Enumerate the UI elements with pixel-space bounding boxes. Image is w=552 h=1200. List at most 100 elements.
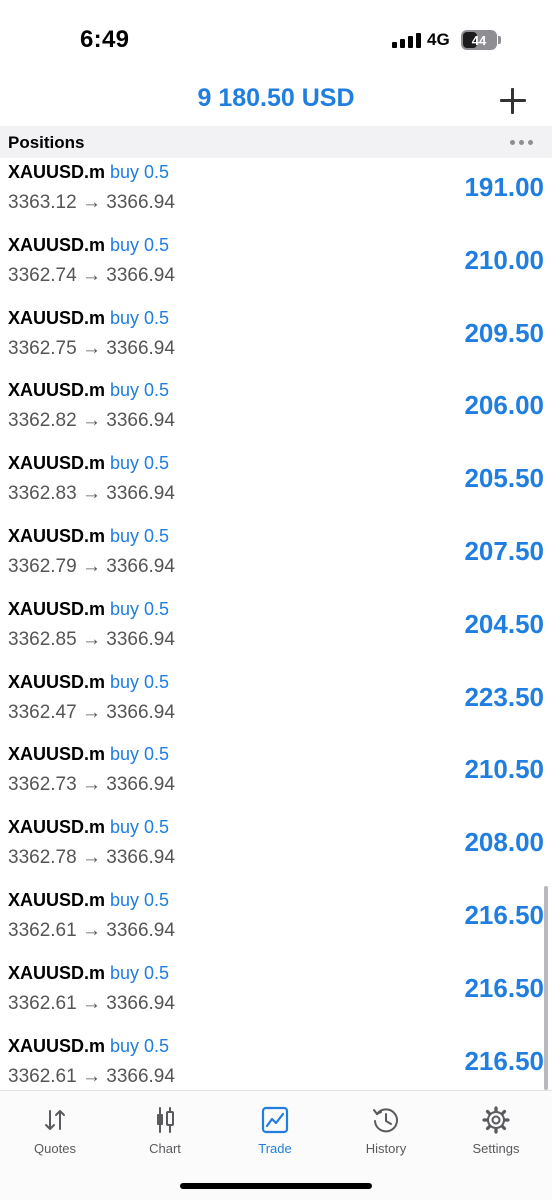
position-side: buy 0.5: [110, 162, 170, 182]
arrow-right-icon: →: [76, 555, 107, 577]
position-symbol: XAUUSD.m: [8, 598, 106, 619]
position-title: XAUUSD.m buy 0.5: [8, 235, 169, 256]
position-side: buy 0.5: [110, 380, 170, 401]
position-row[interactable]: XAUUSD.m buy 0.5 3362.73 → 3366.94 210.50: [0, 740, 552, 813]
tab-trade[interactable]: Trade: [225, 1105, 325, 1156]
position-prices: 3362.82 → 3366.94: [8, 410, 175, 432]
position-title: XAUUSD.m buy 0.5: [8, 599, 169, 620]
position-title: XAUUSD.m buy 0.5: [8, 162, 169, 183]
arrow-right-icon: →: [76, 192, 107, 213]
position-symbol: XAUUSD.m: [8, 307, 106, 328]
tab-settings[interactable]: Settings: [446, 1105, 546, 1156]
position-profit: 216.50: [464, 899, 544, 930]
quotes-arrows-icon: [45, 1110, 65, 1130]
position-prices: 3362.78 → 3366.94: [8, 847, 175, 869]
tab-chart[interactable]: Chart: [115, 1105, 215, 1156]
current-price: 3366.94: [106, 555, 175, 577]
arrow-right-icon: →: [76, 701, 107, 723]
open-price: 3362.75: [8, 337, 77, 359]
arrow-right-icon: →: [76, 774, 107, 796]
position-prices: 3362.73 → 3366.94: [8, 774, 175, 796]
position-profit: 210.50: [464, 754, 544, 785]
position-side: buy 0.5: [110, 234, 170, 255]
open-price: 3362.47: [8, 701, 77, 723]
position-row[interactable]: XAUUSD.m buy 0.5 3362.61 → 3366.94 216.50: [0, 959, 552, 1032]
position-row[interactable]: XAUUSD.m buy 0.5 3362.47 → 3366.94 223.50: [0, 668, 552, 741]
positions-list: XAUUSD.m buy 0.5 3363.12 → 3366.94 191.00 XA…: [0, 158, 552, 1090]
ellipsis-icon[interactable]: [510, 140, 533, 145]
position-profit: 208.00: [464, 827, 544, 858]
position-title: XAUUSD.m buy 0.5: [8, 308, 169, 329]
position-row[interactable]: XAUUSD.m buy 0.5 3362.75 → 3366.94 209.50: [0, 304, 552, 377]
position-row[interactable]: XAUUSD.m buy 0.5 3363.12 → 3366.94 191.00: [0, 158, 552, 231]
add-order-button[interactable]: [496, 84, 530, 118]
current-price: 3366.94: [106, 847, 175, 869]
position-prices: 3362.83 → 3366.94: [8, 483, 175, 505]
position-row[interactable]: XAUUSD.m buy 0.5 3362.78 → 3366.94 208.00: [0, 813, 552, 886]
position-profit: 210.00: [464, 244, 544, 275]
trade-screen: 6:49 4G 44 9 180.50 USD Positions XAUUSD…: [0, 0, 552, 1200]
position-row[interactable]: XAUUSD.m buy 0.5 3362.61 → 3366.94 216.50: [0, 886, 552, 959]
open-price: 3362.61: [8, 919, 77, 941]
position-side: buy 0.5: [110, 525, 170, 546]
header: 9 180.50 USD: [0, 80, 552, 126]
candlestick-icon: [157, 1107, 174, 1133]
scrollbar[interactable]: [544, 886, 548, 1090]
account-balance[interactable]: 9 180.50 USD: [0, 84, 552, 113]
position-symbol: XAUUSD.m: [8, 817, 106, 838]
position-prices: 3362.61 → 3366.94: [8, 993, 175, 1015]
position-prices: 3362.74 → 3366.94: [8, 265, 175, 287]
position-symbol: XAUUSD.m: [8, 234, 106, 255]
position-symbol: XAUUSD.m: [8, 889, 106, 910]
position-prices: 3362.85 → 3366.94: [8, 629, 175, 651]
position-title: XAUUSD.m buy 0.5: [8, 380, 169, 401]
position-title: XAUUSD.m buy 0.5: [8, 1036, 169, 1057]
position-symbol: XAUUSD.m: [8, 162, 106, 182]
arrow-right-icon: →: [76, 410, 107, 432]
battery-tip: [498, 36, 501, 44]
position-title: XAUUSD.m buy 0.5: [8, 817, 169, 838]
position-prices: 3362.61 → 3366.94: [8, 920, 175, 942]
position-side: buy 0.5: [110, 1035, 170, 1056]
position-side: buy 0.5: [110, 453, 170, 474]
position-profit: 209.50: [464, 317, 544, 348]
current-price: 3366.94: [106, 992, 175, 1014]
current-price: 3366.94: [106, 483, 175, 505]
tab-quotes[interactable]: Quotes: [5, 1105, 105, 1156]
arrow-right-icon: →: [76, 628, 107, 650]
current-price: 3366.94: [106, 919, 175, 941]
position-symbol: XAUUSD.m: [8, 453, 106, 474]
position-profit: 206.00: [464, 390, 544, 421]
plus-icon-stroke: [511, 88, 514, 114]
open-price: 3362.73: [8, 774, 77, 796]
open-price: 3362.79: [8, 555, 77, 577]
position-symbol: XAUUSD.m: [8, 671, 106, 692]
open-price: 3362.61: [8, 1065, 77, 1087]
position-row[interactable]: XAUUSD.m buy 0.5 3362.82 → 3366.94 206.00: [0, 376, 552, 449]
open-price: 3362.61: [8, 992, 77, 1014]
tab-label: Settings: [472, 1141, 520, 1156]
position-title: XAUUSD.m buy 0.5: [8, 890, 169, 911]
position-title: XAUUSD.m buy 0.5: [8, 963, 169, 984]
home-indicator[interactable]: [180, 1183, 372, 1189]
open-price: 3362.74: [8, 264, 77, 286]
position-row[interactable]: XAUUSD.m buy 0.5 3362.74 → 3366.94 210.00: [0, 231, 552, 304]
position-prices: 3362.79 → 3366.94: [8, 556, 175, 578]
position-row[interactable]: XAUUSD.m buy 0.5 3362.61 → 3366.94 216.50: [0, 1032, 552, 1090]
position-row[interactable]: XAUUSD.m buy 0.5 3362.85 → 3366.94 204.50: [0, 595, 552, 668]
position-row[interactable]: XAUUSD.m buy 0.5 3362.79 → 3366.94 207.50: [0, 522, 552, 595]
position-side: buy 0.5: [110, 744, 170, 765]
position-profit: 207.50: [464, 535, 544, 566]
position-symbol: XAUUSD.m: [8, 962, 106, 983]
position-profit: 191.00: [464, 172, 544, 202]
open-price: 3362.78: [8, 847, 77, 869]
tab-history[interactable]: History: [336, 1105, 436, 1156]
position-symbol: XAUUSD.m: [8, 525, 106, 546]
position-side: buy 0.5: [110, 817, 170, 838]
position-side: buy 0.5: [110, 889, 170, 910]
open-price: 3363.12: [8, 192, 77, 213]
tab-label: History: [365, 1141, 407, 1156]
position-title: XAUUSD.m buy 0.5: [8, 453, 169, 474]
position-profit: 216.50: [464, 972, 544, 1003]
position-row[interactable]: XAUUSD.m buy 0.5 3362.83 → 3366.94 205.50: [0, 449, 552, 522]
